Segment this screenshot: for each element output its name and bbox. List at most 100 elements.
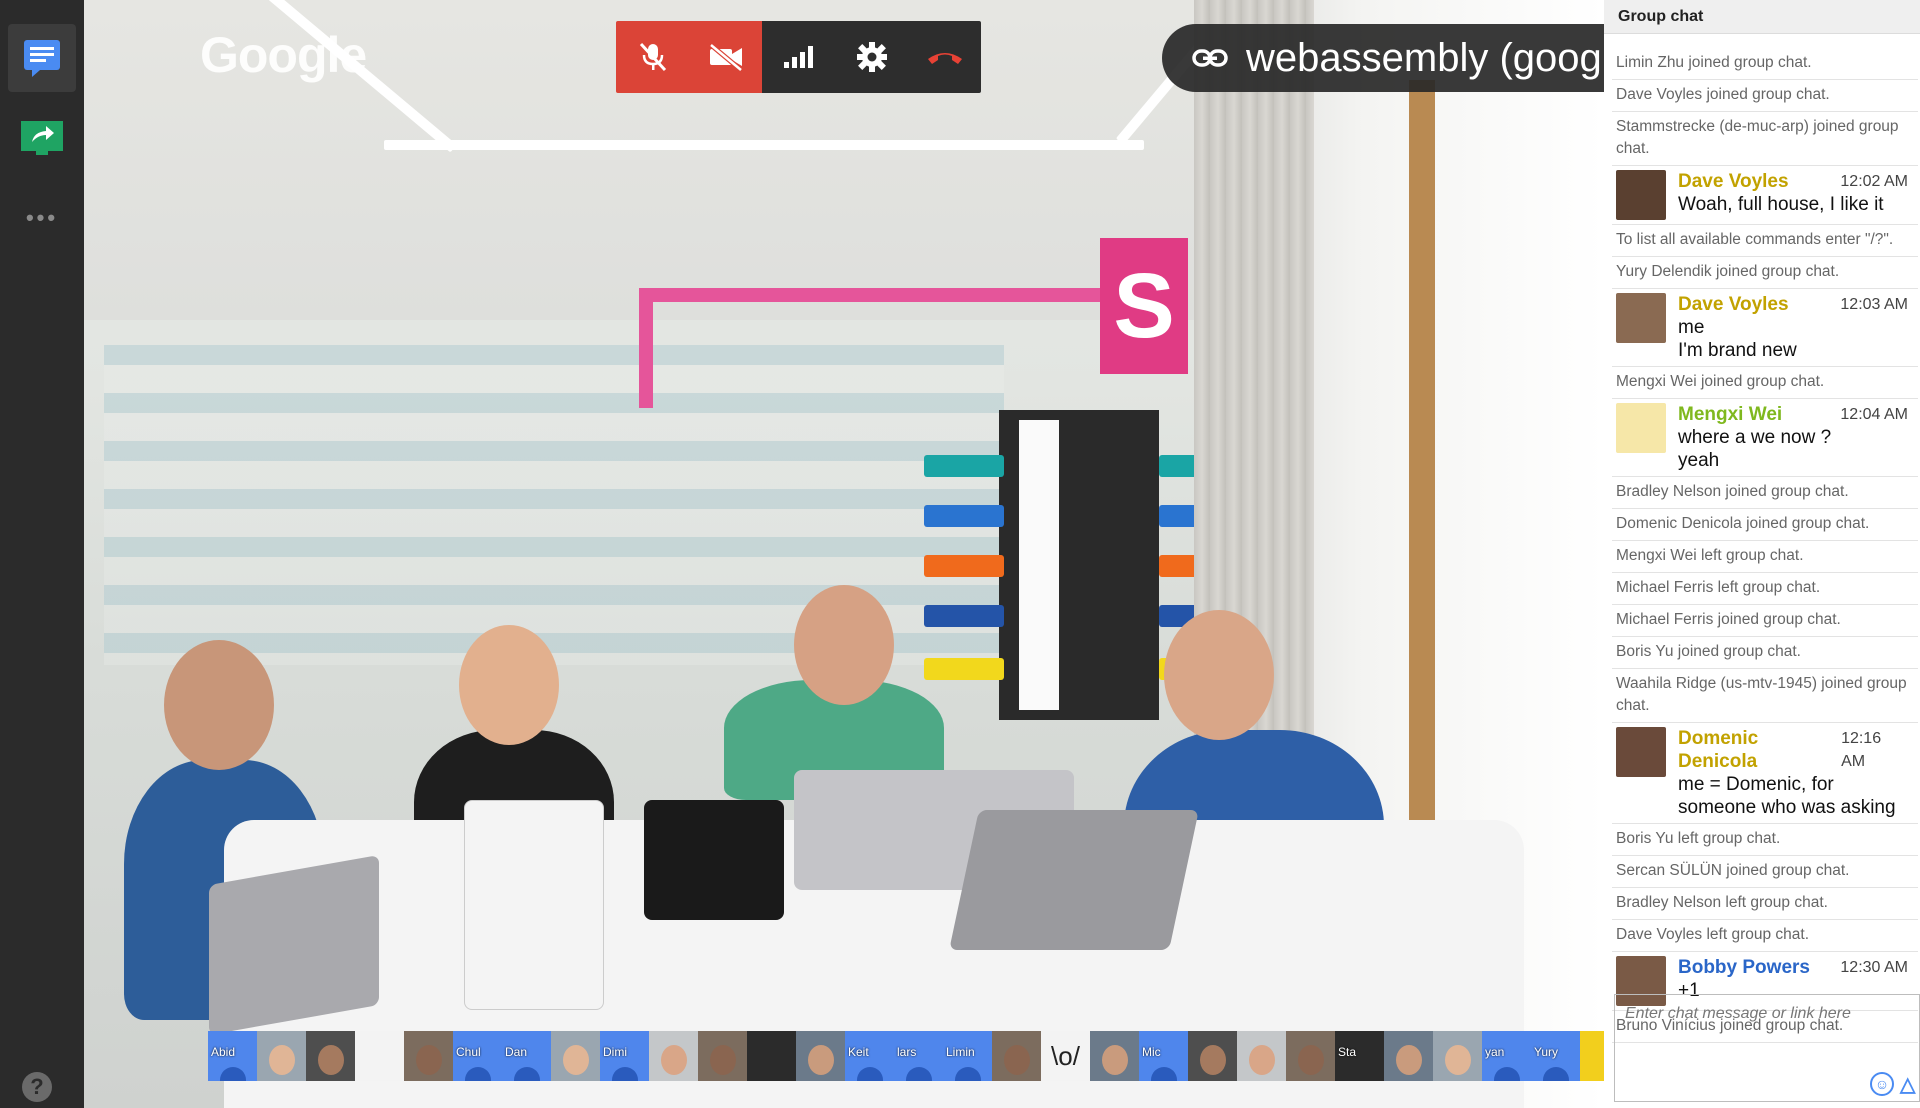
avatar[interactable] — [1616, 293, 1666, 343]
participant-thumbnail[interactable]: yan — [1482, 1031, 1531, 1081]
participant-face — [268, 1045, 295, 1075]
chat-timestamp: 12:04 AM — [1840, 406, 1908, 423]
chat-system-message: Sercan SÜLÜN joined group chat. — [1612, 856, 1918, 888]
chat-message-text: someone who was asking — [1678, 797, 1896, 818]
participant-face — [1199, 1045, 1226, 1075]
participant-thumbnail[interactable]: Dimi — [600, 1031, 649, 1081]
participant-thumbnail[interactable]: Yury — [1531, 1031, 1580, 1081]
avatar[interactable] — [1616, 403, 1666, 453]
chat-timestamp: 12:30 AM — [1840, 959, 1908, 976]
chat-system-message: Dave Voyles joined group chat. — [1612, 80, 1918, 112]
more-icon[interactable]: ••• — [8, 184, 76, 252]
participant-thumbnail[interactable] — [1188, 1031, 1237, 1081]
participant-name: Dan — [505, 1045, 528, 1059]
participant-thumbnail[interactable] — [1384, 1031, 1433, 1081]
participant-thumbnail[interactable]: lars — [894, 1031, 943, 1081]
avatar-placeholder-icon — [513, 1067, 540, 1081]
participant-thumbnail[interactable] — [698, 1031, 747, 1081]
screenshare-icon[interactable] — [8, 104, 76, 172]
participant-thumbnail[interactable]: Sta — [1335, 1031, 1384, 1081]
avatar[interactable] — [1616, 727, 1666, 777]
participant-thumbnail[interactable]: Mic — [1139, 1031, 1188, 1081]
participant-thumbnail[interactable] — [355, 1031, 404, 1081]
participant-thumbnail[interactable] — [1433, 1031, 1482, 1081]
participant-name: Yury — [1534, 1045, 1559, 1059]
participant-left-head — [164, 640, 274, 770]
chat-timestamp: 12:02 AM — [1840, 173, 1908, 190]
chat-message: Domenic Denicola 12:16 AM me = Domenic, fo… — [1612, 723, 1918, 824]
wall-art-frame — [639, 288, 1109, 408]
participant-center-left-head — [459, 625, 559, 745]
chat-timestamp: 12:03 AM — [1840, 296, 1908, 313]
drive-icon[interactable]: △ — [1900, 1072, 1920, 1096]
chat-panel: Group chat Limin Zhu joined group chat. D… — [1604, 0, 1920, 1108]
participant-thumbnail[interactable] — [1580, 1031, 1604, 1081]
chat-message-text: me — [1678, 317, 1705, 338]
chat-system-message: Michael Ferris left group chat. — [1612, 573, 1918, 605]
chat-system-message: Stammstrecke (de-muc-arp) joined group c… — [1612, 112, 1918, 166]
help-icon[interactable]: ? — [22, 1072, 52, 1102]
avatar-placeholder-icon — [1150, 1067, 1177, 1081]
chat-icon[interactable] — [8, 24, 76, 92]
participant-thumbnail[interactable]: Abid — [208, 1031, 257, 1081]
avatar-placeholder-icon — [954, 1067, 981, 1081]
chat-author: Bobby Powers — [1678, 957, 1810, 978]
participant-thumbnail[interactable] — [1090, 1031, 1139, 1081]
participant-thumbnail[interactable] — [649, 1031, 698, 1081]
chat-system-message: Bradley Nelson joined group chat. — [1612, 477, 1918, 509]
chat-message: Mengxi Wei 12:04 AM where a we now ? yeah — [1612, 399, 1918, 477]
left-rail: ••• ? — [0, 0, 84, 1108]
signal-icon[interactable] — [762, 21, 835, 93]
participant-face — [1395, 1045, 1422, 1075]
chat-author: Domenic Denicola — [1678, 728, 1759, 772]
settings-icon[interactable] — [835, 21, 908, 93]
chat-system-message: Dave Voyles left group chat. — [1612, 920, 1918, 952]
participant-right-head — [1164, 610, 1274, 740]
chat-timestamp: 12:16 AM — [1841, 730, 1882, 770]
mic-off-icon[interactable] — [616, 21, 689, 93]
emoji-icon[interactable]: ☺ — [1870, 1072, 1894, 1096]
avatar-placeholder-icon — [464, 1067, 491, 1081]
meeting-link-text: webassembly (google... — [1246, 35, 1604, 80]
participant-thumbnail[interactable]: Chul — [453, 1031, 502, 1081]
chat-message: Dave Voyles 12:03 AM me I'm brand new — [1612, 289, 1918, 367]
wall-stripe — [924, 505, 1004, 527]
chat-message-text: Woah, full house, I like it — [1678, 194, 1884, 215]
participant-face — [1003, 1045, 1030, 1075]
meeting-link-button[interactable]: webassembly (google... — [1162, 24, 1604, 92]
chat-log[interactable]: Limin Zhu joined group chat. Dave Voyles … — [1612, 48, 1918, 1043]
google-logo: Google — [200, 27, 367, 83]
participant-thumbnail[interactable] — [306, 1031, 355, 1081]
participant-thumbnail[interactable] — [747, 1031, 796, 1081]
chat-message-text: where a we now ? — [1678, 427, 1832, 448]
participant-thumbnail[interactable] — [796, 1031, 845, 1081]
participant-center-head — [794, 585, 894, 705]
participant-thumbnail[interactable] — [1286, 1031, 1335, 1081]
participant-thumbnail[interactable] — [1237, 1031, 1286, 1081]
participant-thumbnail[interactable]: Limin — [943, 1031, 992, 1081]
video-off-icon[interactable] — [689, 21, 762, 93]
hang-up-icon[interactable] — [908, 21, 981, 93]
participant-thumbnail[interactable]: Keit — [845, 1031, 894, 1081]
participant-name: Chul — [456, 1045, 481, 1059]
participant-face — [709, 1045, 736, 1075]
chat-title: Group chat — [1604, 0, 1920, 34]
participant-face — [1248, 1045, 1275, 1075]
wall-stripe — [924, 605, 1004, 627]
participant-face — [807, 1045, 834, 1075]
chat-system-message: Limin Zhu joined group chat. — [1612, 48, 1918, 80]
participant-face — [317, 1045, 344, 1075]
participant-thumbnail[interactable] — [257, 1031, 306, 1081]
participant-thumbnail[interactable] — [404, 1031, 453, 1081]
participant-thumbnail[interactable] — [551, 1031, 600, 1081]
participant-thumbnail[interactable]: \o/ — [1041, 1031, 1090, 1081]
participant-thumbnail[interactable]: Dan — [502, 1031, 551, 1081]
laptop — [209, 855, 379, 1035]
laptop — [644, 800, 784, 920]
participant-thumbnail[interactable] — [992, 1031, 1041, 1081]
link-icon — [1192, 49, 1228, 67]
avatar[interactable] — [1616, 170, 1666, 220]
chat-message-text: yeah — [1678, 450, 1720, 471]
participant-name: Abid — [211, 1045, 236, 1059]
chat-system-message: Mengxi Wei left group chat. — [1612, 541, 1918, 573]
